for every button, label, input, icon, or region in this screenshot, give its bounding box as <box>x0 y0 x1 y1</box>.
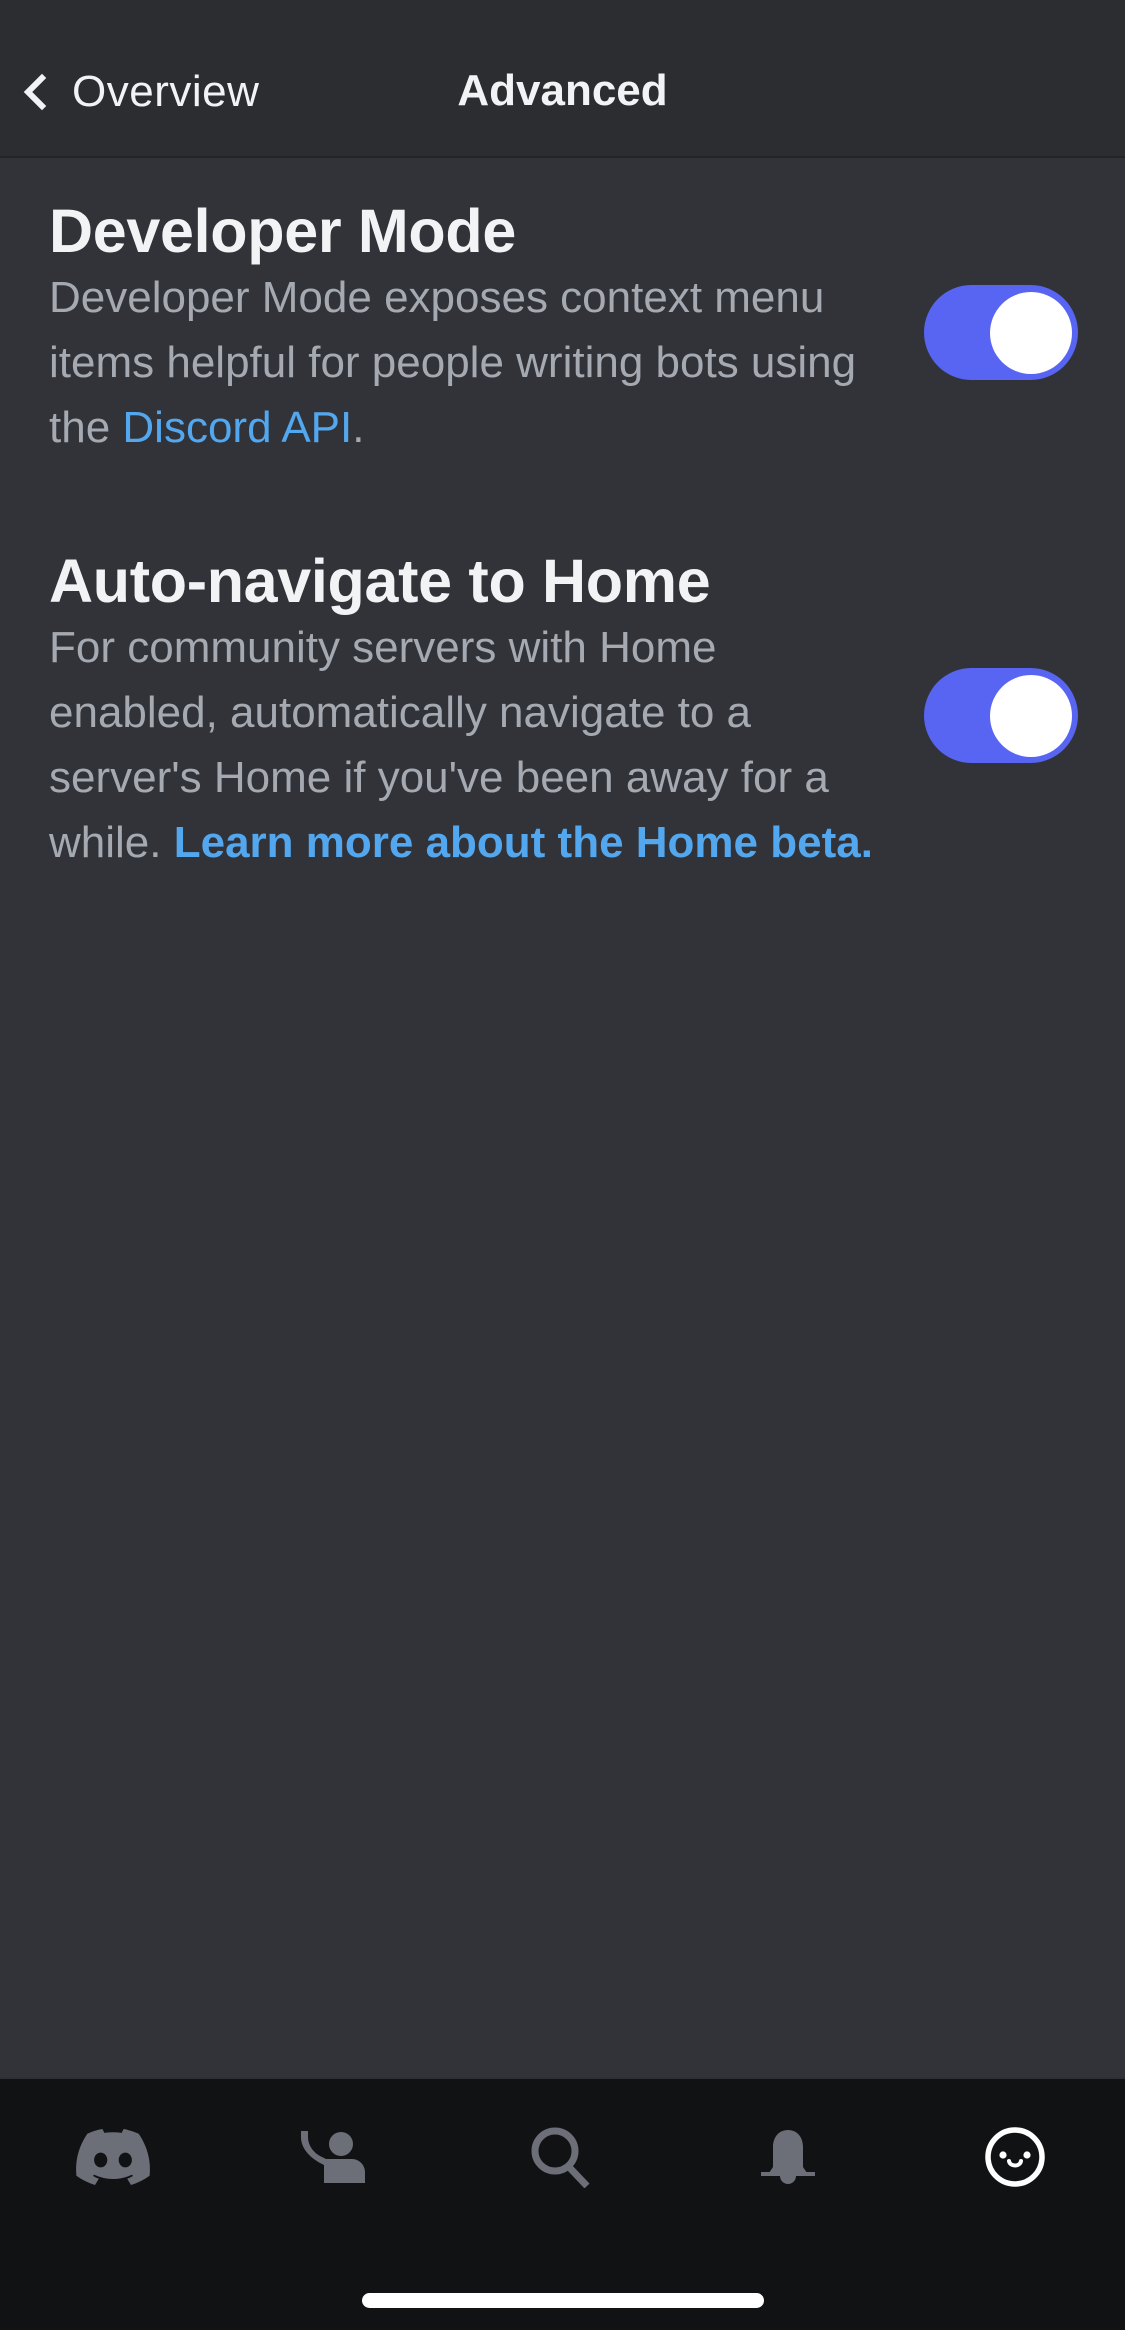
description-suffix: . <box>352 403 365 452</box>
tab-profile[interactable] <box>960 2117 1070 2197</box>
home-beta-link[interactable]: Learn more about the Home beta. <box>174 818 873 867</box>
advanced-settings-screen: Overview Advanced Developer Mode Develop… <box>0 0 1125 2330</box>
tab-home[interactable] <box>58 2117 168 2197</box>
tab-search[interactable] <box>506 2117 616 2197</box>
setting-title: Auto-navigate to Home <box>49 547 711 615</box>
toggle-knob <box>990 675 1072 757</box>
bottom-tab-bar <box>0 2077 1125 2330</box>
header-bar: Overview Advanced <box>0 0 1125 158</box>
discord-api-link[interactable]: Discord API <box>122 403 352 452</box>
smile-profile-icon <box>985 2127 1045 2187</box>
discord-logo-icon <box>76 2129 150 2185</box>
search-icon <box>531 2127 590 2188</box>
setting-description: Developer Mode exposes context menu item… <box>49 265 889 460</box>
toggle-knob <box>990 292 1072 374</box>
setting-description: For community servers with Home enabled,… <box>49 615 889 875</box>
friends-wave-icon <box>301 2131 365 2183</box>
auto-navigate-home-toggle[interactable] <box>924 668 1078 763</box>
bell-icon <box>761 2130 815 2184</box>
tab-friends[interactable] <box>278 2117 388 2197</box>
tab-notifications[interactable] <box>733 2117 843 2197</box>
page-title: Advanced <box>457 66 668 115</box>
setting-title: Developer Mode <box>49 197 516 265</box>
home-indicator <box>362 2293 764 2308</box>
developer-mode-toggle[interactable] <box>924 285 1078 380</box>
